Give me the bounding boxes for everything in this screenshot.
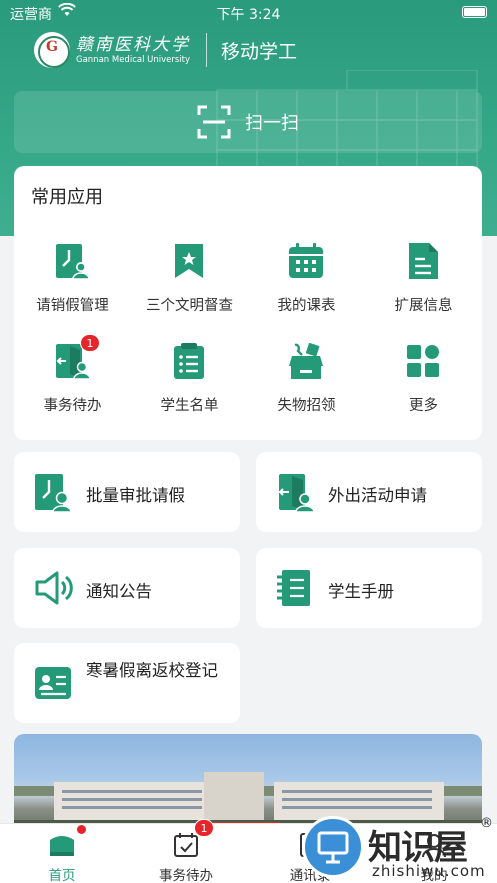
app-label: 事务待办: [43, 398, 102, 414]
lost-found-box-icon: [289, 343, 323, 379]
tile-label: 通知公告: [86, 582, 152, 601]
leave-request-icon: [56, 244, 90, 280]
app-lost-found[interactable]: 失物招领: [248, 342, 365, 422]
app-student-list[interactable]: 学生名单: [131, 342, 248, 422]
tile-label: 外出活动申请: [328, 486, 427, 505]
tab-todo[interactable]: 1 事务待办: [124, 819, 248, 883]
monitor-icon: [317, 831, 349, 864]
scan-icon: [197, 105, 231, 139]
bookmark-star-icon: [175, 244, 203, 278]
tab-todo-badge: 1: [194, 819, 214, 837]
list-icon: [174, 343, 204, 379]
app-my-schedule[interactable]: 我的课表: [248, 242, 365, 322]
school-logo: [34, 32, 70, 68]
home-dot-indicator: [77, 825, 86, 834]
home-icon: [50, 836, 74, 856]
tile-batch-approve-leave[interactable]: 批量审批请假: [14, 452, 240, 532]
watermark-logo: [302, 816, 364, 878]
common-apps-card: 常用应用 请销假管理 三个文明督查 我的课表 扩展信息 1 事务待办 学生名单 …: [14, 166, 482, 440]
app-label: 扩展信息: [394, 298, 453, 314]
tile-label: 学生手册: [328, 582, 394, 601]
school-name-cn: 赣南医科大学: [76, 34, 190, 55]
calendar-icon: [289, 243, 323, 278]
calendar-check-icon: [174, 833, 198, 857]
tab-label: 事务待办: [159, 868, 213, 883]
document-icon: [409, 243, 438, 279]
app-label: 三个文明督查: [146, 298, 233, 314]
id-card-icon: [35, 667, 71, 699]
scan-button[interactable]: 扫一扫: [14, 91, 482, 153]
tile-notices[interactable]: 通知公告: [14, 548, 240, 628]
app-title: 移动学工: [221, 40, 298, 63]
app-leave-management[interactable]: 请销假管理: [14, 242, 131, 322]
app-more[interactable]: 更多: [365, 342, 482, 422]
app-label: 失物招领: [277, 398, 336, 414]
scan-label: 扫一扫: [245, 113, 299, 134]
site-watermark: 知识屋 ® zhishiwu.com: [302, 812, 497, 883]
watermark-registered-mark: ®: [480, 816, 493, 831]
app-label: 请销假管理: [36, 298, 109, 314]
tab-home[interactable]: 首页: [0, 824, 124, 883]
app-label: 我的课表: [277, 298, 336, 314]
battery-icon: [462, 6, 487, 18]
tile-holiday-registration[interactable]: 寒暑假离返校登记: [14, 643, 240, 723]
school-name-en: Gannan Medical University: [76, 54, 191, 65]
tile-label: 批量审批请假: [86, 486, 185, 505]
app-extended-info[interactable]: 扩展信息: [365, 242, 482, 322]
app-label: 更多: [409, 398, 438, 414]
brand-header: 赣南医科大学 Gannan Medical University 移动学工: [34, 30, 297, 70]
handbook-icon: [277, 570, 310, 606]
outing-door-icon: [278, 474, 315, 512]
grid-more-icon: [407, 345, 439, 377]
app-todo-affairs[interactable]: 1 事务待办: [14, 334, 131, 422]
status-time: 下午 3:24: [216, 7, 281, 23]
app-civility-inspection[interactable]: 三个文明督查: [131, 242, 248, 322]
watermark-text-en: zhishiwu.com: [372, 862, 486, 880]
header-divider: [206, 33, 208, 67]
speaker-icon: [35, 571, 73, 605]
status-bar: 运营商 下午 3:24: [0, 0, 497, 26]
tab-label: 首页: [48, 868, 76, 883]
batch-approve-icon: [35, 474, 72, 512]
todo-badge: 1: [80, 334, 100, 352]
app-label: 学生名单: [160, 398, 219, 414]
tile-student-handbook[interactable]: 学生手册: [256, 548, 482, 628]
tile-label: 寒暑假离返校登记: [86, 661, 218, 680]
tile-outing-application[interactable]: 外出活动申请: [256, 452, 482, 532]
common-apps-title: 常用应用: [31, 187, 103, 208]
